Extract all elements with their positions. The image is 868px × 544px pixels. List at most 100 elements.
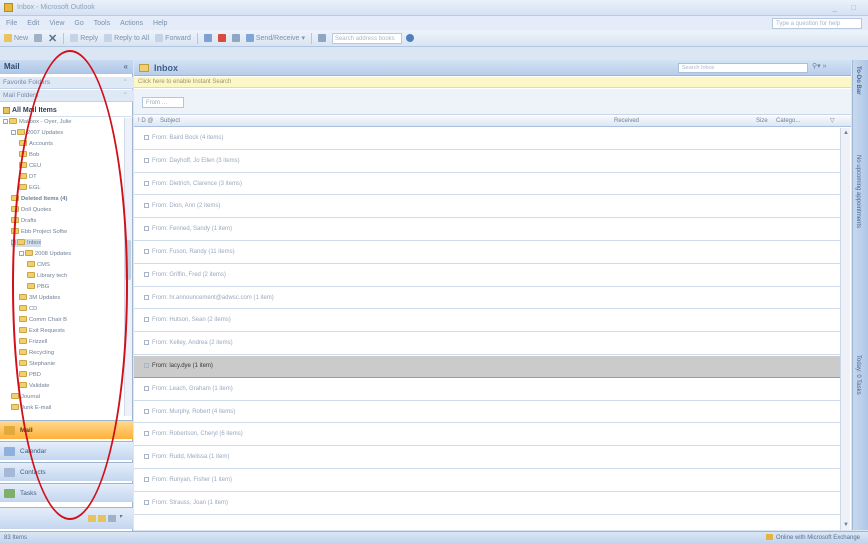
expand-group-icon[interactable]	[144, 203, 149, 209]
message-group-row[interactable]: From: Leach, Graham (1 item)	[134, 378, 840, 401]
collapse-toggle-icon[interactable]: -	[3, 118, 8, 124]
expand-group-icon[interactable]	[144, 317, 149, 323]
folder-list-icon[interactable]	[88, 515, 96, 522]
menu-actions[interactable]: Actions	[120, 20, 143, 27]
expand-group-icon[interactable]	[144, 180, 149, 186]
menu-bar: File Edit View Go Tools Actions Help	[0, 16, 868, 30]
expand-group-icon[interactable]	[144, 226, 149, 232]
message-group-row[interactable]: From: Dion, Ann (2 items)	[134, 196, 840, 219]
message-group-row[interactable]: From: Griffin, Fred (2 items)	[134, 264, 840, 287]
message-group-row[interactable]: From: Fenned, Sandy (1 item)	[134, 219, 840, 241]
folder-icon	[17, 129, 25, 136]
expand-group-icon[interactable]	[144, 271, 149, 277]
expand-group-icon[interactable]	[144, 294, 149, 300]
filter-icon[interactable]: ▽	[830, 116, 835, 127]
configure-buttons-icon[interactable]: ▾	[119, 513, 127, 520]
delete-icon: ✕	[48, 32, 58, 45]
group-label: From: Fenned, Sandy (1 item)	[144, 226, 232, 232]
message-group-row[interactable]: From: Strauss, Joan (1 item)	[134, 492, 840, 515]
expand-group-icon[interactable]	[144, 340, 149, 346]
message-group-row[interactable]: From: Dietrich, Clarence (3 items)	[134, 173, 840, 196]
expand-query-icon[interactable]: »	[823, 63, 827, 70]
expand-group-icon[interactable]	[144, 249, 149, 254]
help-button[interactable]	[405, 34, 414, 42]
delete-button[interactable]: ✕	[48, 32, 57, 45]
group-label: From: Dayhoff, Jo Ellen (3 items)	[144, 157, 240, 164]
expand-group-icon[interactable]	[144, 135, 149, 140]
expand-group-icon[interactable]	[144, 477, 149, 482]
column-categories[interactable]: Catego...	[776, 116, 800, 127]
group-text: From: Leach, Graham (1 item)	[152, 385, 233, 392]
search-options[interactable]: ⚲▾ »	[812, 62, 827, 70]
column-subject[interactable]: Subject	[160, 116, 180, 127]
print-button[interactable]	[34, 34, 43, 42]
message-group-row[interactable]: From: lacy.dye (1 item)	[134, 356, 840, 378]
menu-edit[interactable]: Edit	[27, 20, 39, 27]
group-text: From: Strauss, Joan (1 item)	[152, 499, 229, 506]
forward-button[interactable]: Forward	[155, 34, 191, 42]
message-group-row[interactable]: From: Kelley, Andrea (2 items)	[134, 333, 840, 355]
print-icon	[34, 34, 43, 42]
follow-up-button[interactable]	[217, 34, 226, 42]
menu-help[interactable]: Help	[153, 20, 167, 27]
reply-all-button[interactable]: Reply to All	[104, 34, 149, 42]
message-group-row[interactable]: From: Hutson, Sean (2 items)	[134, 310, 840, 333]
expand-group-icon[interactable]	[144, 499, 149, 505]
window-controls[interactable]: _ □	[832, 3, 862, 12]
menu-view[interactable]: View	[49, 20, 64, 27]
message-group-row[interactable]: From: Rudd, Melissa (1 item)	[134, 447, 840, 469]
todo-bar[interactable]: To-Do Bar No upcoming appointments Today…	[852, 60, 868, 530]
expand-group-icon[interactable]	[144, 408, 149, 414]
instant-search-infobar[interactable]: Click here to enable Instant Search	[134, 77, 851, 88]
search-address-books-input[interactable]: Search address books	[331, 32, 402, 44]
search-icon[interactable]: ⚲▾	[812, 63, 821, 70]
arrange-by-from-dropdown[interactable]: From …	[142, 97, 184, 108]
scroll-down-icon[interactable]: ▼	[843, 522, 849, 528]
reply-icon	[70, 34, 79, 42]
send-receive-icon	[245, 34, 254, 42]
outlook-app-icon[interactable]	[4, 3, 13, 12]
message-group-row[interactable]: From: Runyan, Fisher (1 item)	[134, 470, 840, 492]
expand-group-icon[interactable]	[144, 363, 149, 368]
group-label: From: Kelley, Andrea (2 items)	[144, 340, 233, 346]
inbox-folder-icon	[139, 64, 149, 72]
expand-group-icon[interactable]	[144, 454, 149, 460]
message-group-row[interactable]: From: Robertson, Cheryl (6 items)	[134, 424, 840, 447]
column-icons[interactable]: ! D @	[138, 116, 153, 127]
collapse-pane-icon[interactable]: «	[124, 60, 128, 74]
message-group-row[interactable]: From: Baird Bock (4 items)	[134, 128, 840, 150]
address-book-button[interactable]	[231, 34, 240, 42]
notes-icon[interactable]	[98, 515, 106, 522]
message-group-row[interactable]: From: Fuson, Randy (11 items)	[134, 242, 840, 264]
shortcuts-icon[interactable]	[108, 515, 116, 522]
scroll-up-icon[interactable]: ▲	[843, 130, 849, 136]
expand-group-icon[interactable]	[144, 385, 149, 391]
message-list-scrollbar[interactable]: ▲ ▼	[840, 128, 850, 530]
column-received[interactable]: Received	[614, 116, 639, 127]
message-group-row[interactable]: From: Murphy, Robert (4 items)	[134, 401, 840, 424]
message-group-row[interactable]: From: Dayhoff, Jo Ellen (3 items)	[134, 150, 840, 173]
new-button[interactable]: New	[4, 34, 28, 42]
expand-group-icon[interactable]	[144, 431, 149, 437]
reply-button[interactable]: Reply	[70, 34, 98, 42]
item-count: 83 Items	[4, 535, 28, 541]
address-book-open-button[interactable]	[317, 34, 326, 42]
menu-file[interactable]: File	[6, 20, 17, 27]
inbox-search-input[interactable]: Search Inbox	[678, 63, 808, 73]
reply-all-icon	[104, 34, 113, 42]
menu-tools[interactable]: Tools	[94, 20, 110, 27]
collapse-toggle-icon[interactable]: -	[11, 129, 16, 135]
menu-go[interactable]: Go	[74, 20, 83, 27]
help-search-input[interactable]: Type a question for help	[772, 18, 862, 29]
column-size[interactable]: Size	[756, 116, 768, 127]
group-label: From: hr.announcement@adwsc.com (1 item)	[144, 294, 274, 301]
forward-icon	[155, 34, 164, 42]
toolbar-separator	[196, 32, 198, 44]
categorize-button[interactable]	[203, 34, 212, 42]
expand-group-icon[interactable]	[144, 157, 149, 163]
message-group-row[interactable]: From: hr.announcement@adwsc.com (1 item)	[134, 287, 840, 310]
group-text: From: Robertson, Cheryl (6 items)	[152, 431, 243, 438]
send-receive-button[interactable]: Send/Receive ▾	[245, 34, 305, 42]
group-label: From: Fuson, Randy (11 items)	[144, 249, 235, 255]
group-text: From: Baird Bock (4 items)	[152, 135, 224, 142]
